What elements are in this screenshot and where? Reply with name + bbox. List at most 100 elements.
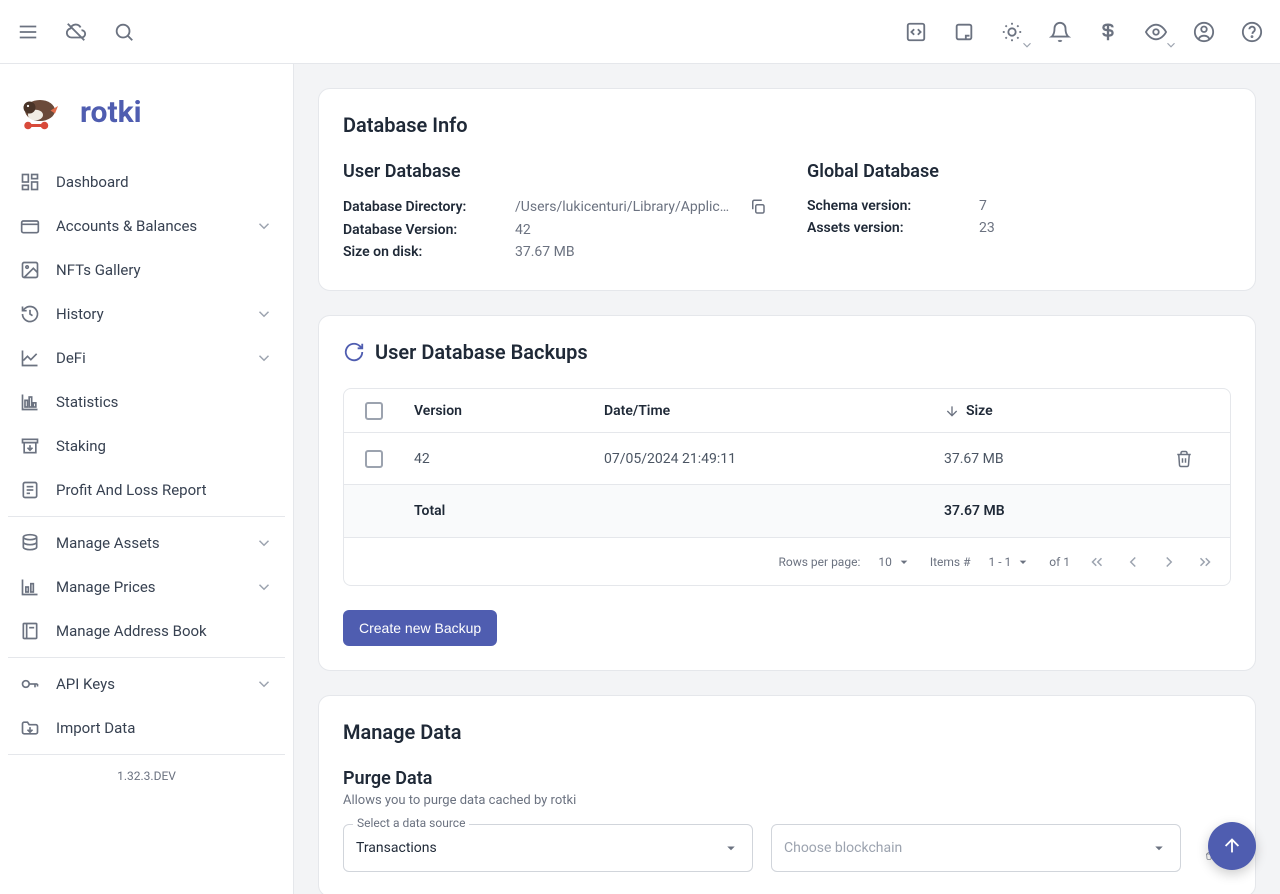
sidebar-item-history[interactable]: History [0,292,293,336]
backups-card: User Database Backups Version Date/Time … [318,315,1256,671]
rows-per-page-select[interactable]: 10 [878,554,912,570]
row-version: 42 [404,451,594,467]
brand-name: rotki [80,95,142,130]
create-backup-button[interactable]: Create new Backup [343,610,497,646]
chart-line-icon [20,348,40,368]
refresh-icon[interactable] [343,341,365,363]
sidebar-item-defi[interactable]: DeFi [0,336,293,380]
sidebar-item-label: Accounts & Balances [56,217,197,235]
col-datetime[interactable]: Date/Time [594,403,934,419]
sidebar-item-statistics[interactable]: Statistics [0,380,293,424]
sidebar-item-label: DeFi [56,349,86,367]
nav-divider [8,516,285,517]
items-label: Items # [930,555,971,569]
chevron-down-icon [1020,38,1034,52]
wallet-icon [20,216,40,236]
scroll-top-fab[interactable] [1208,822,1256,870]
sidebar-item-label: Manage Assets [56,534,160,552]
rows-per-page-label: Rows per page: [779,555,861,569]
currency-icon[interactable] [1096,20,1120,44]
image-icon [20,260,40,280]
source-legend: Select a data source [353,816,469,830]
assets-version-value: 23 [979,220,1231,236]
key-icon [20,674,40,694]
page-next-icon[interactable] [1160,553,1178,571]
menu-icon[interactable] [16,20,40,44]
theme-icon[interactable] [1000,20,1024,44]
items-range-select[interactable]: 1 - 1 [988,554,1031,570]
user-db-title: User Database [343,161,767,182]
brand-logo-icon [16,88,64,136]
page-prev-icon[interactable] [1124,553,1142,571]
db-size-label: Size on disk: [343,244,503,260]
schema-version-label: Schema version: [807,198,967,214]
pagination: Rows per page: 10 Items # 1 - 1 of 1 [344,537,1230,585]
row-size: 37.67 MB [934,451,1154,467]
db-version-value: 42 [515,222,767,238]
privacy-icon[interactable] [1144,20,1168,44]
delete-icon[interactable] [1175,450,1193,468]
version-label: 1.32.3.DEV [0,759,293,793]
row-datetime: 07/05/2024 21:49:11 [594,451,934,467]
blockchain-select[interactable]: Choose blockchain [771,824,1181,872]
db-size-value: 37.67 MB [515,244,767,260]
cloud-off-icon[interactable] [64,20,88,44]
global-db-title: Global Database [807,161,1231,182]
help-icon[interactable] [1240,20,1264,44]
account-icon[interactable] [1192,20,1216,44]
search-icon[interactable] [112,20,136,44]
nav-divider [8,657,285,658]
bell-icon[interactable] [1048,20,1072,44]
sidebar-item-profit-and-loss-report[interactable]: Profit And Loss Report [0,468,293,512]
nav-divider [8,754,285,755]
card-title: Database Info [343,113,1231,137]
sidebar-item-api-keys[interactable]: API Keys [0,662,293,706]
sidebar-item-label: Staking [56,437,106,455]
report-icon [20,480,40,500]
assets-version-label: Assets version: [807,220,967,236]
sidebar-item-label: API Keys [56,675,115,693]
sidebar: rotki Dashboard Accounts & Balances NFTs G… [0,64,294,894]
sidebar-item-dashboard[interactable]: Dashboard [0,160,293,204]
sidebar-item-import-data[interactable]: Import Data [0,706,293,750]
code-image-icon[interactable] [904,20,928,44]
table-row: 42 07/05/2024 21:49:11 37.67 MB [344,433,1230,485]
sidebar-item-nfts-gallery[interactable]: NFTs Gallery [0,248,293,292]
select-all-checkbox[interactable] [365,402,383,420]
backups-title: User Database Backups [375,340,588,364]
db-version-label: Database Version: [343,222,503,238]
sidebar-item-label: Dashboard [56,173,129,191]
purge-desc: Allows you to purge data cached by rotki [343,793,1231,808]
sidebar-item-label: History [56,305,104,323]
sidebar-item-manage-address-book[interactable]: Manage Address Book [0,609,293,653]
total-label: Total [404,503,594,519]
col-version[interactable]: Version [404,403,594,419]
book-icon [20,621,40,641]
copy-icon[interactable] [749,198,767,216]
sort-arrow-icon [944,403,960,419]
dashboard-icon [20,172,40,192]
db-directory-label: Database Directory: [343,199,503,215]
sidebar-item-staking[interactable]: Staking [0,424,293,468]
sidebar-item-accounts-balances[interactable]: Accounts & Balances [0,204,293,248]
row-checkbox[interactable] [365,450,383,468]
data-source-select[interactable]: Transactions [343,824,753,872]
note-icon[interactable] [952,20,976,44]
col-size[interactable]: Size [934,403,1154,419]
bar-chart-icon [20,392,40,412]
price-chart-icon [20,577,40,597]
page-last-icon[interactable] [1196,553,1214,571]
backups-table: Version Date/Time Size 42 07/05/2024 21:… [343,388,1231,586]
database-info-card: Database Info User Database Database Dir… [318,88,1256,291]
sidebar-item-manage-assets[interactable]: Manage Assets [0,521,293,565]
purge-title: Purge Data [343,768,1231,789]
manage-data-title: Manage Data [343,720,1231,744]
history-icon [20,304,40,324]
page-first-icon[interactable] [1088,553,1106,571]
chevron-down-icon [722,839,740,857]
sidebar-item-label: NFTs Gallery [56,261,141,279]
folder-in-icon [20,718,40,738]
main-content: Database Info User Database Database Dir… [294,64,1280,894]
chevron-down-icon [1164,38,1178,52]
sidebar-item-manage-prices[interactable]: Manage Prices [0,565,293,609]
